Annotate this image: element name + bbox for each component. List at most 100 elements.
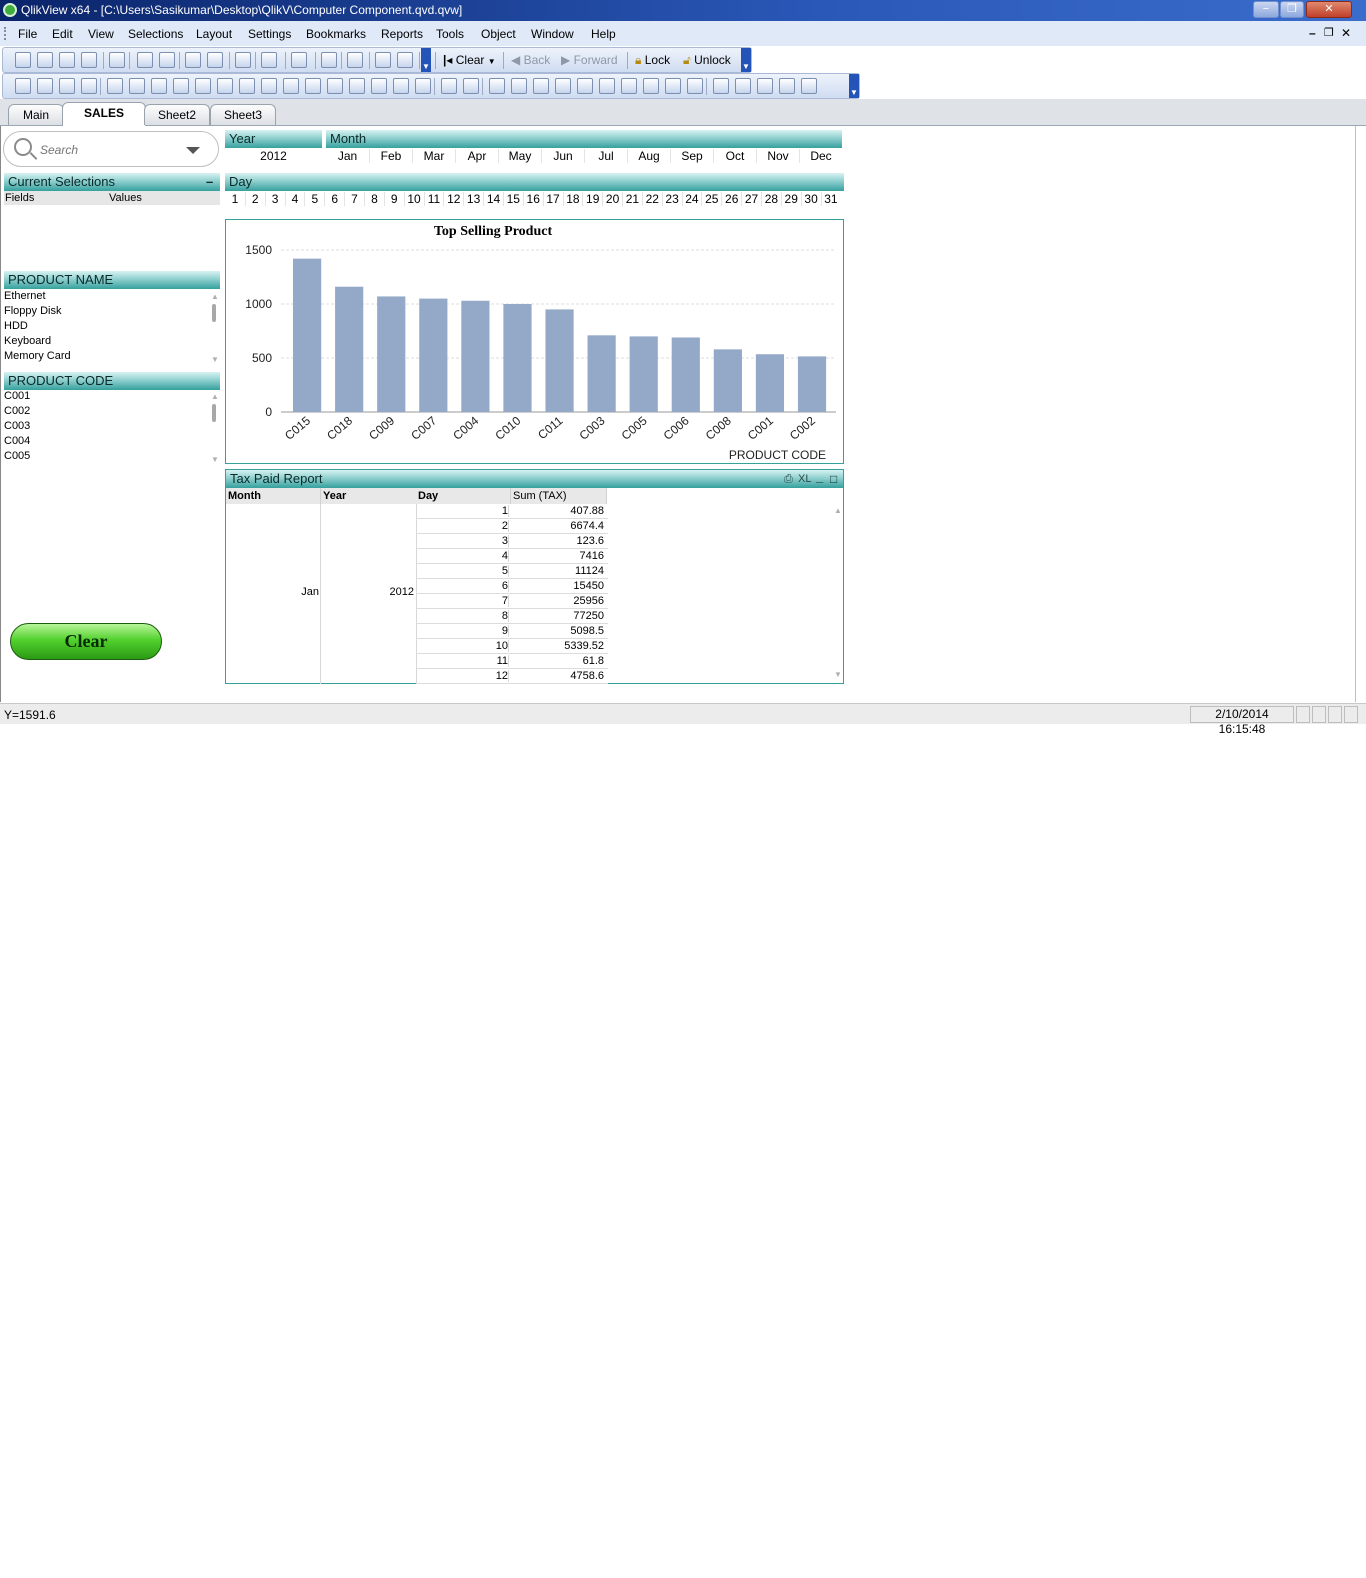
product-code-caption[interactable]: PRODUCT CODE bbox=[4, 372, 220, 390]
bar-c010[interactable] bbox=[503, 304, 532, 412]
toolbar-overflow-button[interactable]: ▼ bbox=[421, 48, 431, 72]
text-object-icon[interactable] bbox=[283, 78, 299, 94]
month-value-sep[interactable]: Sep bbox=[670, 149, 713, 163]
input-box-icon[interactable] bbox=[217, 78, 233, 94]
same-size-icon[interactable] bbox=[687, 78, 703, 94]
bar-c005[interactable] bbox=[629, 336, 658, 412]
tax-report-caption[interactable]: Tax Paid Report ⎙ XL _ □ bbox=[226, 468, 843, 488]
day-value-22[interactable]: 22 bbox=[641, 192, 662, 206]
day-value-11[interactable]: 11 bbox=[423, 192, 444, 206]
align-middle-icon[interactable] bbox=[599, 78, 615, 94]
day-value-19[interactable]: 19 bbox=[582, 192, 602, 206]
month-value-nov[interactable]: Nov bbox=[756, 149, 799, 163]
edit-icon[interactable] bbox=[347, 52, 363, 68]
day-value-16[interactable]: 16 bbox=[522, 192, 543, 206]
list-item[interactable]: Memory Card bbox=[4, 350, 71, 362]
edit-script-icon[interactable] bbox=[137, 52, 153, 68]
list-item[interactable]: C004 bbox=[4, 435, 30, 447]
save-icon[interactable] bbox=[81, 52, 97, 68]
day-value-10[interactable]: 10 bbox=[403, 192, 424, 206]
minimize-icon[interactable]: – bbox=[206, 173, 213, 191]
month-value-jan[interactable]: Jan bbox=[326, 149, 369, 163]
scroll-down-icon[interactable]: ▼ bbox=[834, 670, 842, 679]
bar-c003[interactable] bbox=[587, 335, 616, 412]
column-header[interactable]: Month bbox=[226, 488, 321, 504]
unlock-button[interactable]: 🔓︎ Unlock bbox=[683, 53, 731, 68]
reload-data-icon[interactable] bbox=[159, 52, 175, 68]
tab-sales[interactable]: SALES bbox=[62, 102, 146, 126]
day-value-7[interactable]: 7 bbox=[344, 192, 364, 206]
help-icon[interactable] bbox=[375, 52, 391, 68]
day-value-26[interactable]: 26 bbox=[721, 192, 741, 206]
bar-c002[interactable] bbox=[797, 356, 827, 412]
window-minimize-button[interactable]: − bbox=[1253, 1, 1279, 18]
align-icon[interactable] bbox=[489, 78, 505, 94]
menu-reports[interactable]: Reports bbox=[381, 27, 423, 41]
chevron-down-icon[interactable] bbox=[186, 147, 200, 154]
properties-icon[interactable] bbox=[757, 78, 773, 94]
sheet-properties-icon[interactable] bbox=[81, 78, 97, 94]
line-arrow-icon[interactable] bbox=[305, 78, 321, 94]
list-item[interactable]: C001 bbox=[4, 390, 30, 402]
toolbar-overflow-button[interactable]: ▼ bbox=[741, 48, 751, 72]
search-object[interactable] bbox=[3, 131, 219, 167]
day-value-6[interactable]: 6 bbox=[324, 192, 344, 206]
tab-sheet3[interactable]: Sheet3 bbox=[210, 104, 276, 125]
slider-icon[interactable] bbox=[327, 78, 343, 94]
current-selections-caption[interactable]: Current Selections – bbox=[4, 173, 220, 191]
month-value-jul[interactable]: Jul bbox=[584, 149, 627, 163]
day-value-24[interactable]: 24 bbox=[681, 192, 702, 206]
day-value-27[interactable]: 27 bbox=[741, 192, 761, 206]
distribute-v-icon[interactable] bbox=[665, 78, 681, 94]
day-value-20[interactable]: 20 bbox=[602, 192, 622, 206]
statistics-box-icon[interactable] bbox=[129, 78, 145, 94]
day-value-31[interactable]: 31 bbox=[820, 192, 841, 206]
export-icon[interactable] bbox=[779, 78, 795, 94]
scrollbar-thumb[interactable] bbox=[212, 404, 216, 422]
scroll-up-icon[interactable]: ▲ bbox=[834, 506, 842, 515]
custom-object-icon[interactable] bbox=[415, 78, 431, 94]
window-close-button[interactable]: ✕ bbox=[1306, 1, 1352, 18]
bar-c009[interactable] bbox=[377, 296, 406, 412]
bar-c018[interactable] bbox=[335, 286, 364, 412]
listbox-icon[interactable] bbox=[107, 78, 123, 94]
bookmark-icon[interactable] bbox=[321, 52, 337, 68]
day-value-17[interactable]: 17 bbox=[542, 192, 563, 206]
search-icon[interactable] bbox=[235, 52, 251, 68]
month-value-apr[interactable]: Apr bbox=[455, 149, 498, 163]
link-icon[interactable] bbox=[713, 78, 729, 94]
menu-settings[interactable]: Settings bbox=[248, 27, 291, 41]
list-item[interactable]: C003 bbox=[4, 420, 30, 432]
search-object-icon[interactable] bbox=[371, 78, 387, 94]
minimize-icon[interactable]: _ bbox=[816, 468, 823, 486]
send-to-excel-button[interactable]: XL bbox=[798, 470, 811, 488]
align-right-icon[interactable] bbox=[555, 78, 571, 94]
print-icon[interactable] bbox=[109, 52, 125, 68]
redo-icon[interactable] bbox=[207, 52, 223, 68]
menu-edit[interactable]: Edit bbox=[52, 27, 73, 41]
month-value-aug[interactable]: Aug bbox=[627, 149, 670, 163]
year-caption[interactable]: Year bbox=[225, 130, 322, 148]
day-value-4[interactable]: 4 bbox=[284, 192, 305, 206]
day-value-15[interactable]: 15 bbox=[502, 192, 523, 206]
menu-view[interactable]: View bbox=[88, 27, 114, 41]
month-value-feb[interactable]: Feb bbox=[369, 149, 412, 163]
table-box-icon[interactable] bbox=[151, 78, 167, 94]
day-value-5[interactable]: 5 bbox=[304, 192, 324, 206]
list-item[interactable]: Floppy Disk bbox=[4, 305, 61, 317]
menu-layout[interactable]: Layout bbox=[196, 27, 232, 41]
distribute-h-icon[interactable] bbox=[643, 78, 659, 94]
scroll-up-icon[interactable]: ▲ bbox=[211, 292, 219, 301]
month-caption[interactable]: Month bbox=[326, 130, 842, 148]
menu-window[interactable]: Window bbox=[531, 27, 574, 41]
column-header[interactable]: Year bbox=[321, 488, 417, 504]
bookmark-object-icon[interactable] bbox=[349, 78, 365, 94]
list-item[interactable]: Ethernet bbox=[4, 290, 46, 302]
tab-sheet2[interactable]: Sheet2 bbox=[144, 104, 210, 125]
day-value-18[interactable]: 18 bbox=[562, 192, 583, 206]
tax-paid-report[interactable]: Tax Paid Report ⎙ XL _ □ Month Year Day Sum… bbox=[225, 469, 844, 684]
open-icon[interactable] bbox=[37, 52, 53, 68]
mdi-close-button[interactable]: ✕ bbox=[1341, 26, 1351, 40]
bar-c006[interactable] bbox=[671, 337, 700, 412]
add-object-icon[interactable] bbox=[801, 78, 817, 94]
